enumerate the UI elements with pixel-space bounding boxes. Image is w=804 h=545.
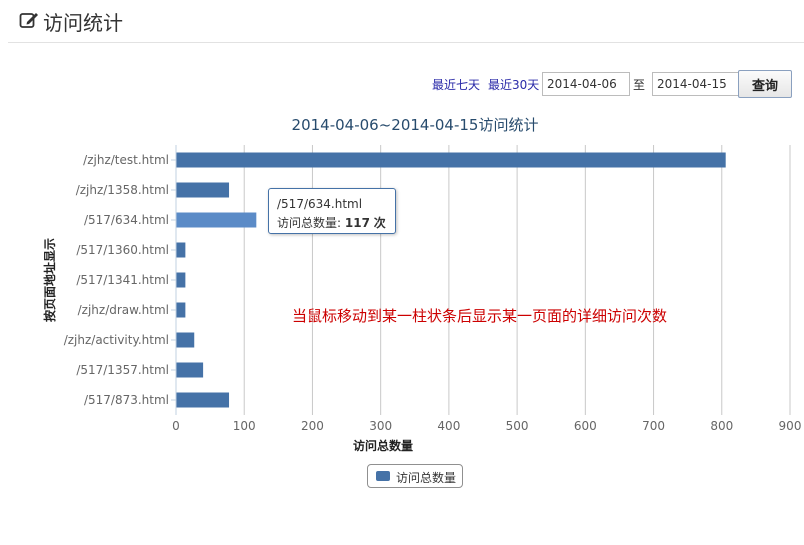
y-tick-label: /517/1341.html [76,273,169,287]
chart-legend[interactable]: 访问总数量 [367,464,463,488]
legend-swatch [376,471,390,481]
y-tick-label: /517/873.html [84,393,169,407]
bar[interactable] [176,362,204,378]
y-tick-label: /zjhz/draw.html [78,303,169,317]
y-tick-label: /zjhz/test.html [83,153,169,167]
y-tick-label: /zjhz/activity.html [64,333,169,347]
x-tick-label: 200 [301,419,324,433]
y-tick-label: /zjhz/1358.html [76,183,169,197]
x-tick-label: 0 [172,419,180,433]
tooltip-label: 访问总数量: [277,216,342,230]
bar[interactable] [176,152,726,168]
x-tick-label: 100 [233,419,256,433]
tooltip-value: 117 [344,216,370,230]
bar[interactable] [176,272,186,288]
chart-tooltip: /517/634.html 访问总数量: 117 次 [268,188,396,234]
x-tick-label: 900 [779,419,802,433]
x-tick-label: 300 [369,419,392,433]
bar[interactable] [176,242,186,258]
y-axis-label: 按页面地址显示 [42,238,57,322]
chart-title: 2014-04-06~2014-04-15访问统计 [292,116,539,134]
bar[interactable] [176,332,195,348]
x-tick-label: 400 [437,419,460,433]
x-tick-label: 600 [574,419,597,433]
x-axis-label: 访问总数量 [353,438,413,453]
y-tick-label: /517/634.html [84,213,169,227]
x-tick-label: 800 [710,419,733,433]
x-tick-label: 700 [642,419,665,433]
bar[interactable] [176,302,186,318]
bar[interactable] [176,212,257,228]
tooltip-unit: 次 [373,216,386,230]
bar[interactable] [176,392,230,408]
x-tick-label: 500 [506,419,529,433]
tooltip-page: /517/634.html [277,197,363,211]
bar[interactable] [176,182,230,198]
chart-annotation: 当鼠标移动到某一柱状条后显示某一页面的详细访问次数 [292,307,668,325]
y-tick-label: /517/1360.html [76,243,169,257]
y-tick-label: /517/1357.html [76,363,169,377]
legend-label: 访问总数量 [396,471,457,485]
